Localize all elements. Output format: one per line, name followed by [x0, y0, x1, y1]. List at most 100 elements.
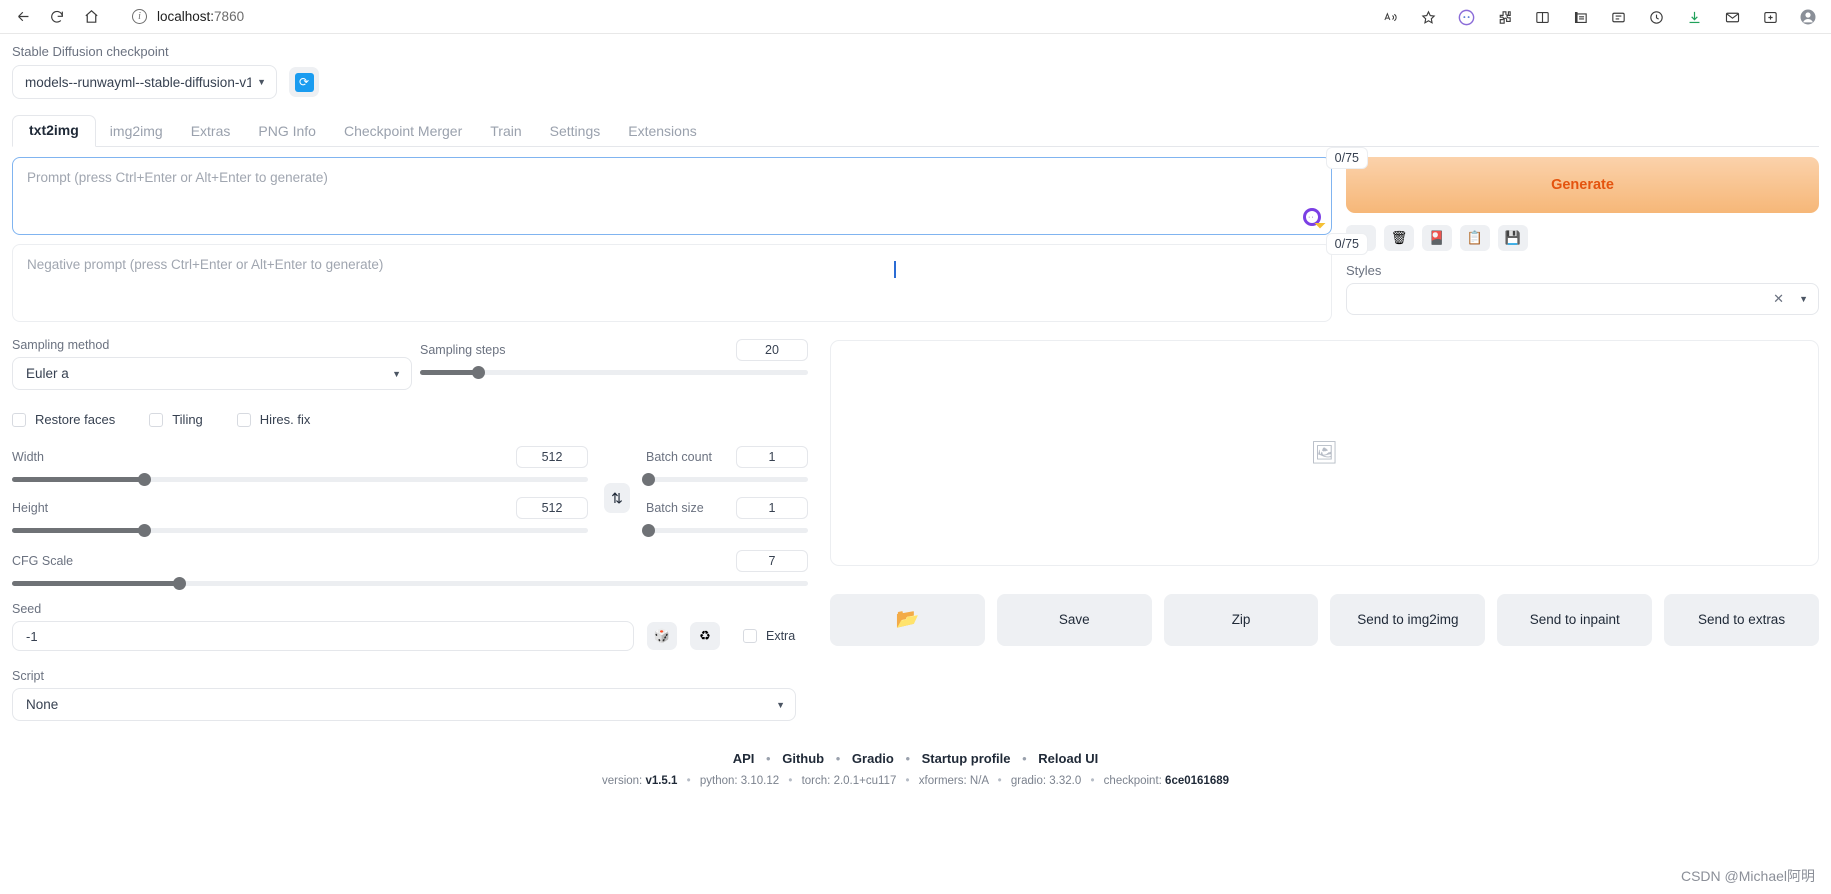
tab-train[interactable]: Train: [476, 117, 535, 146]
send-to-inpaint-button[interactable]: Send to inpaint: [1497, 594, 1653, 646]
footer-links: API • Github • Gradio • Startup profile …: [12, 751, 1819, 766]
dimensions-row: Width 512 Height 512 ⇅ Batch count 1 Bat…: [12, 445, 808, 537]
webui-app: Stable Diffusion checkpoint models--runw…: [0, 34, 1831, 787]
footer: API • Github • Gradio • Startup profile …: [12, 751, 1819, 787]
hires-fix-checkbox[interactable]: Hires. fix: [236, 412, 311, 427]
sampling-steps-value[interactable]: 20: [736, 339, 808, 361]
extensions-puzzle-icon[interactable]: [1485, 2, 1523, 32]
separator: •: [1090, 775, 1095, 787]
swap-vertical-icon[interactable]: ⇅: [604, 483, 630, 513]
restore-faces-label: Restore faces: [35, 412, 116, 427]
footer-link-gradio[interactable]: Gradio: [852, 751, 894, 766]
read-aloud-icon[interactable]: [1371, 2, 1409, 32]
styles-select[interactable]: ✕ ▼: [1346, 283, 1819, 315]
prompt-zone: Prompt (press Ctrl+Enter or Alt+Enter to…: [12, 147, 1819, 322]
sampling-method-select[interactable]: Euler a ▼: [12, 357, 412, 390]
tab-png-info[interactable]: PNG Info: [244, 117, 330, 146]
app-install-icon[interactable]: [1751, 2, 1789, 32]
batch-size-label: Batch size: [646, 501, 704, 515]
back-arrow-icon[interactable]: [6, 2, 40, 32]
negative-prompt-input[interactable]: Negative prompt (press Ctrl+Enter or Alt…: [12, 244, 1332, 322]
open-folder-button[interactable]: 📂: [830, 594, 985, 646]
tab-extensions[interactable]: Extensions: [614, 117, 710, 146]
seed-value: -1: [26, 628, 38, 644]
address-bar[interactable]: i localhost:7860: [122, 3, 422, 30]
cfg-scale-label: CFG Scale: [12, 554, 74, 568]
sampling-steps-slider[interactable]: [420, 366, 808, 379]
footer-link-reload-ui[interactable]: Reload UI: [1038, 751, 1098, 766]
clipboard-icon[interactable]: 📋: [1460, 225, 1490, 251]
gradio-key: gradio:: [1010, 775, 1050, 787]
tiling-checkbox[interactable]: Tiling: [149, 412, 203, 427]
tiling-label: Tiling: [172, 412, 203, 427]
checkbox-box: [12, 412, 26, 427]
save-style-icon[interactable]: 💾: [1498, 225, 1528, 251]
downloads-icon[interactable]: [1675, 2, 1713, 32]
output-gallery[interactable]: 🖼: [830, 340, 1819, 566]
separator: •: [905, 751, 911, 766]
width-label: Width: [12, 450, 44, 464]
ai-assist-icon[interactable]: ··: [1303, 208, 1321, 226]
footer-link-api[interactable]: API: [733, 751, 755, 766]
tab-img2img[interactable]: img2img: [96, 117, 177, 146]
mail-icon[interactable]: [1713, 2, 1751, 32]
split-screen-icon[interactable]: [1523, 2, 1561, 32]
sampling-steps-head: Sampling steps 20: [420, 338, 808, 362]
batch-size-value[interactable]: 1: [736, 497, 808, 519]
cfg-scale-slider[interactable]: [12, 577, 808, 590]
browser-essentials-icon[interactable]: [1599, 2, 1637, 32]
save-button[interactable]: Save: [996, 594, 1152, 646]
script-select[interactable]: None ▼: [12, 688, 796, 721]
extra-seed-checkbox[interactable]: Extra: [743, 629, 795, 643]
negative-prompt-token-counter: 0/75: [1325, 233, 1368, 255]
refresh-icon: ⟳: [294, 72, 314, 92]
send-to-extras-button[interactable]: Send to extras: [1664, 594, 1819, 646]
home-icon[interactable]: [74, 2, 108, 32]
tab-extras[interactable]: Extras: [177, 117, 245, 146]
info-icon[interactable]: i: [132, 9, 147, 24]
history-icon[interactable]: [1637, 2, 1675, 32]
negative-prompt-placeholder: Negative prompt (press Ctrl+Enter or Alt…: [27, 257, 384, 272]
prompt-input[interactable]: Prompt (press Ctrl+Enter or Alt+Enter to…: [12, 157, 1332, 235]
batch-count-value[interactable]: 1: [736, 446, 808, 468]
recycle-reuse-icon[interactable]: ♻: [690, 622, 720, 650]
separator: •: [997, 775, 1002, 787]
image-placeholder-icon: 🖼: [1310, 440, 1339, 465]
sampling-method-label: Sampling method: [12, 338, 110, 352]
checkpoint-select[interactable]: models--runwayml--stable-diffusion-v1-5/…: [12, 65, 277, 99]
favorite-star-icon[interactable]: [1409, 2, 1447, 32]
width-slider[interactable]: [12, 473, 588, 486]
zip-button[interactable]: Zip: [1163, 594, 1319, 646]
footer-link-github[interactable]: Github: [782, 751, 824, 766]
height-head: Height 512: [12, 496, 588, 520]
prompt-token-counter: 0/75: [1325, 147, 1368, 169]
reload-icon[interactable]: [40, 2, 74, 32]
output-actions: 📂 Save Zip Send to img2img Send to inpai…: [830, 594, 1819, 646]
width-value[interactable]: 512: [516, 446, 588, 468]
separator: •: [1022, 751, 1027, 766]
cfg-scale-value[interactable]: 7: [736, 550, 808, 572]
tab-checkpoint-merger[interactable]: Checkpoint Merger: [330, 117, 476, 146]
refresh-checkpoints-button[interactable]: ⟳: [289, 67, 319, 97]
batch-size-slider[interactable]: [641, 524, 808, 537]
height-slider[interactable]: [12, 524, 588, 537]
footer-link-startup-profile[interactable]: Startup profile: [922, 751, 1011, 766]
height-value[interactable]: 512: [516, 497, 588, 519]
profile-icon[interactable]: [1789, 2, 1827, 32]
trash-icon[interactable]: 🗑: [1384, 225, 1414, 251]
clear-x-icon[interactable]: ✕: [1773, 291, 1784, 307]
send-to-img2img-button[interactable]: Send to img2img: [1330, 594, 1486, 646]
collections-icon[interactable]: [1561, 2, 1599, 32]
batch-count-slider[interactable]: [641, 473, 808, 486]
tab-settings[interactable]: Settings: [536, 117, 615, 146]
seed-input[interactable]: -1: [12, 621, 634, 651]
separator: •: [788, 775, 793, 787]
hires-fix-label: Hires. fix: [259, 412, 311, 427]
styles-card-icon[interactable]: 🎴: [1422, 225, 1452, 251]
restore-faces-checkbox[interactable]: Restore faces: [12, 412, 115, 427]
tab-txt2img[interactable]: txt2img: [12, 115, 96, 147]
generate-button[interactable]: Generate: [1346, 157, 1819, 213]
toggles-row: Restore faces Tiling Hires. fix: [12, 412, 808, 427]
dice-randomize-icon[interactable]: 🎲: [647, 622, 677, 650]
copilot-icon[interactable]: [1447, 2, 1485, 32]
